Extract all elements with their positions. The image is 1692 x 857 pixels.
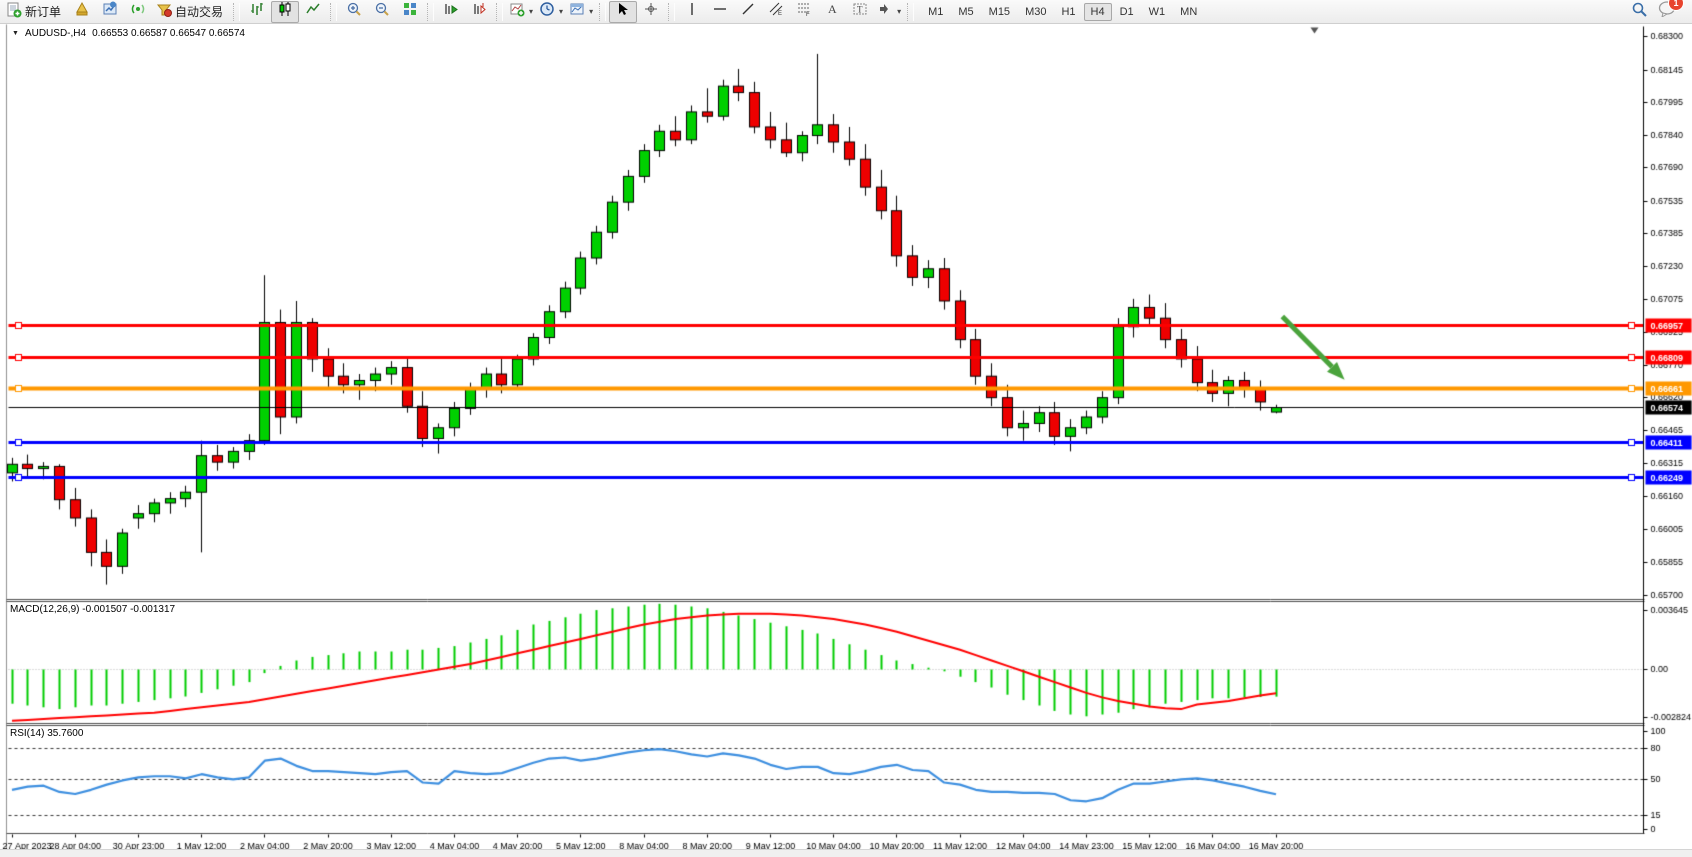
depth-of-market-button[interactable] bbox=[68, 1, 96, 23]
svg-text:T: T bbox=[857, 5, 863, 15]
one-click-trading-toggle-icon[interactable]: ▼ bbox=[12, 30, 19, 37]
signals-icon bbox=[130, 1, 146, 22]
macd-indicator-label: MACD(12,26,9) -0.001507 -0.001317 bbox=[10, 604, 175, 615]
vertical-line-button[interactable] bbox=[678, 1, 706, 23]
bar-chart-icon bbox=[249, 1, 265, 22]
crosshair-button[interactable] bbox=[637, 1, 665, 23]
toolbar-right-group: 1 bbox=[1631, 1, 1690, 23]
cursor-button[interactable] bbox=[609, 1, 637, 23]
timeframe-toolbar: M1M5M15M30H1H4D1W1MN bbox=[921, 3, 1204, 21]
fibonacci-button[interactable]: F bbox=[790, 1, 818, 23]
macd-name: MACD(12,26,9) bbox=[10, 604, 79, 615]
new-order-button[interactable]: 新订单 bbox=[2, 1, 68, 23]
candlestick-chart-button[interactable] bbox=[271, 1, 299, 23]
timeframe-button-d1[interactable]: D1 bbox=[1113, 3, 1141, 21]
new-order-icon bbox=[6, 2, 22, 21]
vertical-line-icon bbox=[684, 1, 700, 22]
rsi-indicator-label: RSI(14) 35.7600 bbox=[10, 728, 83, 739]
timeframe-button-m5[interactable]: M5 bbox=[951, 3, 980, 21]
clock-icon bbox=[539, 1, 555, 22]
timeframe-button-mn[interactable]: MN bbox=[1173, 3, 1204, 21]
periods-caret-icon: ▾ bbox=[559, 7, 563, 16]
new-order-label: 新订单 bbox=[25, 3, 61, 20]
svg-text:E: E bbox=[778, 11, 782, 17]
cursor-icon bbox=[615, 1, 631, 22]
svg-text:A: A bbox=[828, 2, 837, 16]
text-label-button[interactable]: T bbox=[846, 1, 874, 23]
tile-windows-icon bbox=[402, 1, 418, 22]
algo-trading-button[interactable]: 自动交易 bbox=[152, 1, 230, 23]
candlestick-chart-icon bbox=[277, 1, 293, 22]
main-toolbar: 新订单 自动交易 ▾ ▾ ▾ E F A T ▾ bbox=[0, 0, 1692, 24]
trendline-icon bbox=[740, 1, 756, 22]
horizontal-line-icon bbox=[712, 1, 728, 22]
rsi-value: 35.7600 bbox=[47, 728, 83, 739]
indicators-caret-icon: ▾ bbox=[529, 7, 533, 16]
toolbar-separator bbox=[330, 3, 337, 21]
indicators-icon bbox=[509, 1, 525, 22]
algo-trading-label: 自动交易 bbox=[175, 3, 223, 20]
trendline-button[interactable] bbox=[734, 1, 762, 23]
timeframe-button-m30[interactable]: M30 bbox=[1018, 3, 1053, 21]
bar-chart-button[interactable] bbox=[243, 1, 271, 23]
line-chart-icon bbox=[305, 1, 321, 22]
zoom-out-icon bbox=[374, 1, 390, 22]
toolbar-separator bbox=[427, 3, 434, 21]
macd-values: -0.001507 -0.001317 bbox=[82, 604, 175, 615]
timeframe-button-h1[interactable]: H1 bbox=[1054, 3, 1082, 21]
equidistant-channel-button[interactable]: E bbox=[762, 1, 790, 23]
toolbar-separator bbox=[668, 3, 675, 21]
publish-chart-icon bbox=[102, 1, 118, 22]
arrows-caret-icon: ▾ bbox=[897, 7, 901, 16]
equidistant-channel-icon: E bbox=[768, 1, 784, 22]
zoom-out-button[interactable] bbox=[368, 1, 396, 23]
chart-shift-icon bbox=[471, 1, 487, 22]
chart-shift-button[interactable] bbox=[465, 1, 493, 23]
chart-symbol-period: AUDUSD-,H4 bbox=[25, 28, 86, 39]
text-button[interactable]: A bbox=[818, 1, 846, 23]
indicators-button[interactable]: ▾ bbox=[506, 1, 536, 23]
tile-windows-button[interactable] bbox=[396, 1, 424, 23]
svg-text:F: F bbox=[806, 12, 810, 17]
fibonacci-icon: F bbox=[796, 1, 812, 22]
search-icon[interactable] bbox=[1631, 1, 1648, 23]
notifications-button[interactable]: 1 bbox=[1658, 1, 1676, 22]
publish-chart-button[interactable] bbox=[96, 1, 124, 23]
arrows-button[interactable]: ▾ bbox=[874, 1, 904, 23]
templates-caret-icon: ▾ bbox=[589, 7, 593, 16]
auto-scroll-button[interactable] bbox=[437, 1, 465, 23]
depth-of-market-icon bbox=[74, 1, 90, 22]
timeframe-button-h4[interactable]: H4 bbox=[1084, 3, 1112, 21]
chart-title: ▼ AUDUSD-,H4 0.66553 0.66587 0.66547 0.6… bbox=[12, 28, 245, 39]
auto-scroll-icon bbox=[443, 1, 459, 22]
toolbar-separator bbox=[496, 3, 503, 21]
template-icon bbox=[569, 1, 585, 22]
toolbar-separator bbox=[907, 3, 914, 21]
chart-ohlc-values: 0.66553 0.66587 0.66547 0.66574 bbox=[92, 28, 245, 39]
notification-badge: 1 bbox=[1668, 0, 1684, 11]
horizontal-line-button[interactable] bbox=[706, 1, 734, 23]
zoom-in-icon bbox=[346, 1, 362, 22]
rsi-name: RSI(14) bbox=[10, 728, 44, 739]
toolbar-separator bbox=[599, 3, 606, 21]
timeframe-button-m1[interactable]: M1 bbox=[921, 3, 950, 21]
crosshair-icon bbox=[643, 1, 659, 22]
algo-trading-icon bbox=[156, 2, 172, 21]
templates-button[interactable]: ▾ bbox=[566, 1, 596, 23]
chart-canvas[interactable] bbox=[0, 24, 1692, 856]
toolbar-separator bbox=[233, 3, 240, 21]
text-icon: A bbox=[824, 1, 840, 22]
text-label-icon: T bbox=[852, 1, 868, 22]
terminal-window: 新订单 自动交易 ▾ ▾ ▾ E F A T ▾ bbox=[0, 0, 1692, 856]
signals-button[interactable] bbox=[124, 1, 152, 23]
periods-button[interactable]: ▾ bbox=[536, 1, 566, 23]
timeframe-button-m15[interactable]: M15 bbox=[982, 3, 1017, 21]
zoom-in-button[interactable] bbox=[340, 1, 368, 23]
timeframe-button-w1[interactable]: W1 bbox=[1142, 3, 1173, 21]
line-chart-button[interactable] bbox=[299, 1, 327, 23]
arrows-icon bbox=[877, 1, 893, 22]
